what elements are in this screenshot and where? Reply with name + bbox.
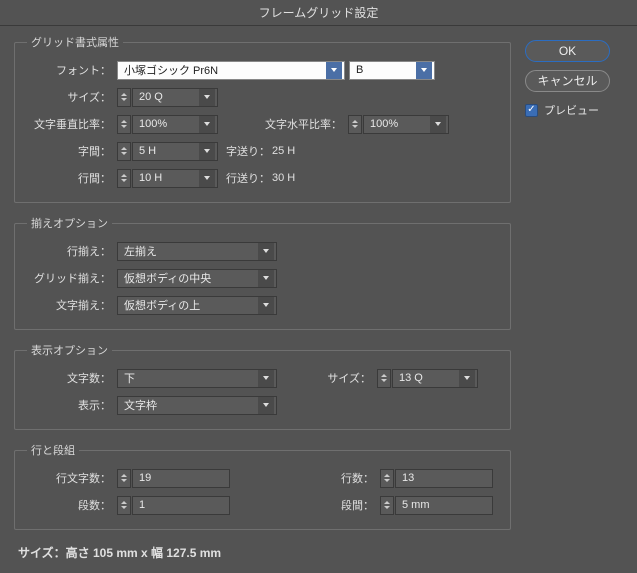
view-value: 文字枠 — [124, 397, 254, 413]
char-align-label: 文字揃え： — [27, 297, 117, 313]
view-size-label: サイズ： — [277, 370, 377, 386]
ok-button[interactable]: OK — [525, 40, 610, 62]
lines-input[interactable]: 13 — [395, 469, 493, 488]
grid-attrs-legend: グリッド書式属性 — [27, 34, 123, 50]
hscale-label: 文字水平比率： — [218, 116, 348, 132]
dialog-title: フレームグリッド設定 — [0, 0, 637, 26]
gutter-input[interactable]: 5 mm — [395, 496, 493, 515]
line-aki-stepper[interactable] — [117, 169, 131, 188]
gutter-label: 段間： — [230, 497, 380, 513]
line-aki-label: 行間： — [27, 170, 117, 186]
view-options-group: 表示オプション 文字数： 下 サイズ： 13 Q 表示： 文字枠 — [14, 342, 511, 430]
char-align-value: 仮想ボディの上 — [124, 297, 254, 313]
cols-label: 段数： — [27, 497, 117, 513]
view-legend: 表示オプション — [27, 342, 112, 358]
char-aki-label: 字間： — [27, 143, 117, 159]
cancel-button[interactable]: キャンセル — [525, 70, 610, 92]
grid-format-attributes-group: グリッド書式属性 フォント： 小塚ゴシック Pr6N B サイズ： 20 Q — [14, 34, 511, 203]
char-align-dropdown[interactable]: 仮想ボディの上 — [117, 296, 277, 315]
chevron-down-icon — [459, 370, 475, 387]
size-value: 20 Q — [139, 91, 195, 103]
align-legend: 揃えオプション — [27, 215, 112, 231]
view-dropdown[interactable]: 文字枠 — [117, 396, 277, 415]
line-okuri-value: 30 H — [270, 172, 295, 184]
chevron-down-icon — [199, 170, 215, 187]
chevron-down-icon — [199, 89, 215, 106]
vscale-value: 100% — [139, 118, 195, 130]
line-align-dropdown[interactable]: 左揃え — [117, 242, 277, 261]
hscale-dropdown[interactable]: 100% — [363, 115, 449, 134]
preview-label: プレビュー — [544, 102, 599, 118]
size-stepper[interactable] — [117, 88, 131, 107]
grid-align-value: 仮想ボディの中央 — [124, 270, 254, 286]
line-aki-value: 10 H — [139, 172, 195, 184]
chevron-down-icon — [258, 297, 274, 314]
check-icon: ✓ — [525, 104, 538, 117]
font-style-dropdown[interactable]: B — [349, 61, 435, 80]
rows-columns-group: 行と段組 行文字数： 19 行数： 13 段数： 1 段間： 5 mm — [14, 442, 511, 530]
view-size-value: 13 Q — [399, 372, 455, 384]
chevron-down-icon — [326, 62, 342, 79]
lines-stepper[interactable] — [380, 469, 394, 488]
alignment-options-group: 揃えオプション 行揃え： 左揃え グリッド揃え： 仮想ボディの中央 文字揃え： … — [14, 215, 511, 330]
hscale-stepper[interactable] — [348, 115, 362, 134]
line-align-value: 左揃え — [124, 243, 254, 259]
chevron-down-icon — [258, 243, 274, 260]
vscale-stepper[interactable] — [117, 115, 131, 134]
preview-checkbox[interactable]: ✓ プレビュー — [525, 102, 623, 118]
charcount-value: 下 — [124, 370, 254, 386]
char-okuri-label: 字送り： — [218, 143, 270, 159]
charcount-dropdown[interactable]: 下 — [117, 369, 277, 388]
char-aki-stepper[interactable] — [117, 142, 131, 161]
hscale-value: 100% — [370, 118, 426, 130]
grid-align-label: グリッド揃え： — [27, 270, 117, 286]
line-aki-dropdown[interactable]: 10 H — [132, 169, 218, 188]
vscale-label: 文字垂直比率： — [27, 116, 117, 132]
font-family-dropdown[interactable]: 小塚ゴシック Pr6N — [117, 61, 345, 80]
chevron-down-icon — [416, 62, 432, 79]
line-okuri-label: 行送り： — [218, 170, 270, 186]
chevron-down-icon — [199, 116, 215, 133]
size-label: サイズ： — [27, 89, 117, 105]
chars-per-line-stepper[interactable] — [117, 469, 131, 488]
lines-label: 行数： — [230, 470, 380, 486]
chars-per-line-input[interactable]: 19 — [132, 469, 230, 488]
grid-align-dropdown[interactable]: 仮想ボディの中央 — [117, 269, 277, 288]
chevron-down-icon — [258, 397, 274, 414]
view-size-stepper[interactable] — [377, 369, 391, 388]
char-aki-dropdown[interactable]: 5 H — [132, 142, 218, 161]
char-okuri-value: 25 H — [270, 145, 295, 157]
chevron-down-icon — [258, 370, 274, 387]
chevron-down-icon — [258, 270, 274, 287]
line-align-label: 行揃え： — [27, 243, 117, 259]
size-summary: サイズ：高さ 105 mm x 幅 127.5 mm — [14, 542, 511, 561]
chevron-down-icon — [430, 116, 446, 133]
view-size-dropdown[interactable]: 13 Q — [392, 369, 478, 388]
font-style-value: B — [356, 64, 412, 76]
rows-cols-legend: 行と段組 — [27, 442, 79, 458]
size-dropdown[interactable]: 20 Q — [132, 88, 218, 107]
charcount-label: 文字数： — [27, 370, 117, 386]
vscale-dropdown[interactable]: 100% — [132, 115, 218, 134]
cols-stepper[interactable] — [117, 496, 131, 515]
view-label: 表示： — [27, 397, 117, 413]
chevron-down-icon — [199, 143, 215, 160]
chars-per-line-label: 行文字数： — [27, 470, 117, 486]
font-family-value: 小塚ゴシック Pr6N — [124, 62, 322, 78]
char-aki-value: 5 H — [139, 145, 195, 157]
gutter-stepper[interactable] — [380, 496, 394, 515]
cols-input[interactable]: 1 — [132, 496, 230, 515]
font-label: フォント： — [27, 62, 117, 78]
